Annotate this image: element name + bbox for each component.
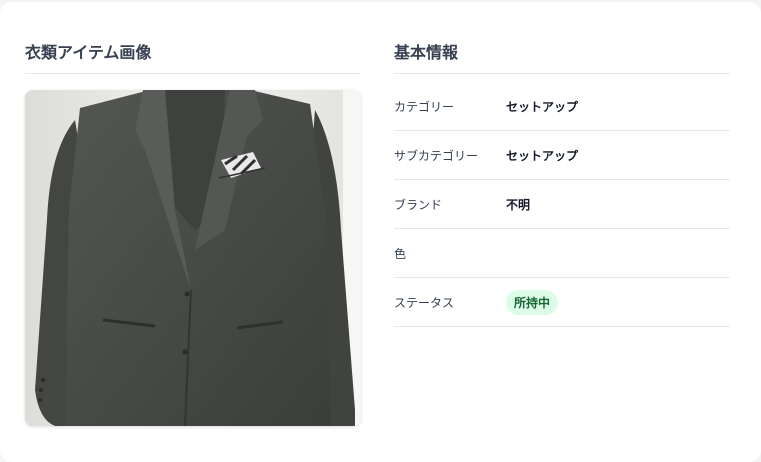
info-row-subcategory: サブカテゴリー セットアップ xyxy=(394,131,730,180)
info-label: 色 xyxy=(394,246,407,261)
info-row-status: ステータス 所持中 xyxy=(394,278,730,327)
item-detail-card: 衣類アイテム画像 基本情報 カテゴリー セットアップ サブカテゴリー セットアッ… xyxy=(0,2,761,462)
info-row-brand: ブランド 不明 xyxy=(394,180,730,229)
info-value: セットアップ xyxy=(506,99,579,114)
clothing-item-image[interactable] xyxy=(25,90,361,426)
info-value: セットアップ xyxy=(506,148,579,163)
info-row-category: カテゴリー セットアップ xyxy=(394,82,730,131)
info-value: 不明 xyxy=(506,197,531,212)
image-section-divider xyxy=(25,73,361,74)
info-label: ステータス xyxy=(394,295,455,310)
info-section-title: 基本情報 xyxy=(394,43,459,62)
info-section-divider xyxy=(394,73,730,74)
image-section-title: 衣類アイテム画像 xyxy=(25,43,152,62)
info-row-color: 色 xyxy=(394,229,730,278)
info-label: サブカテゴリー xyxy=(394,148,479,163)
info-label: ブランド xyxy=(394,197,443,212)
info-table: カテゴリー セットアップ サブカテゴリー セットアップ ブランド 不明 色 ステ… xyxy=(394,82,730,327)
jacket-illustration xyxy=(25,90,361,426)
info-label: カテゴリー xyxy=(394,99,455,114)
status-badge: 所持中 xyxy=(506,289,559,315)
